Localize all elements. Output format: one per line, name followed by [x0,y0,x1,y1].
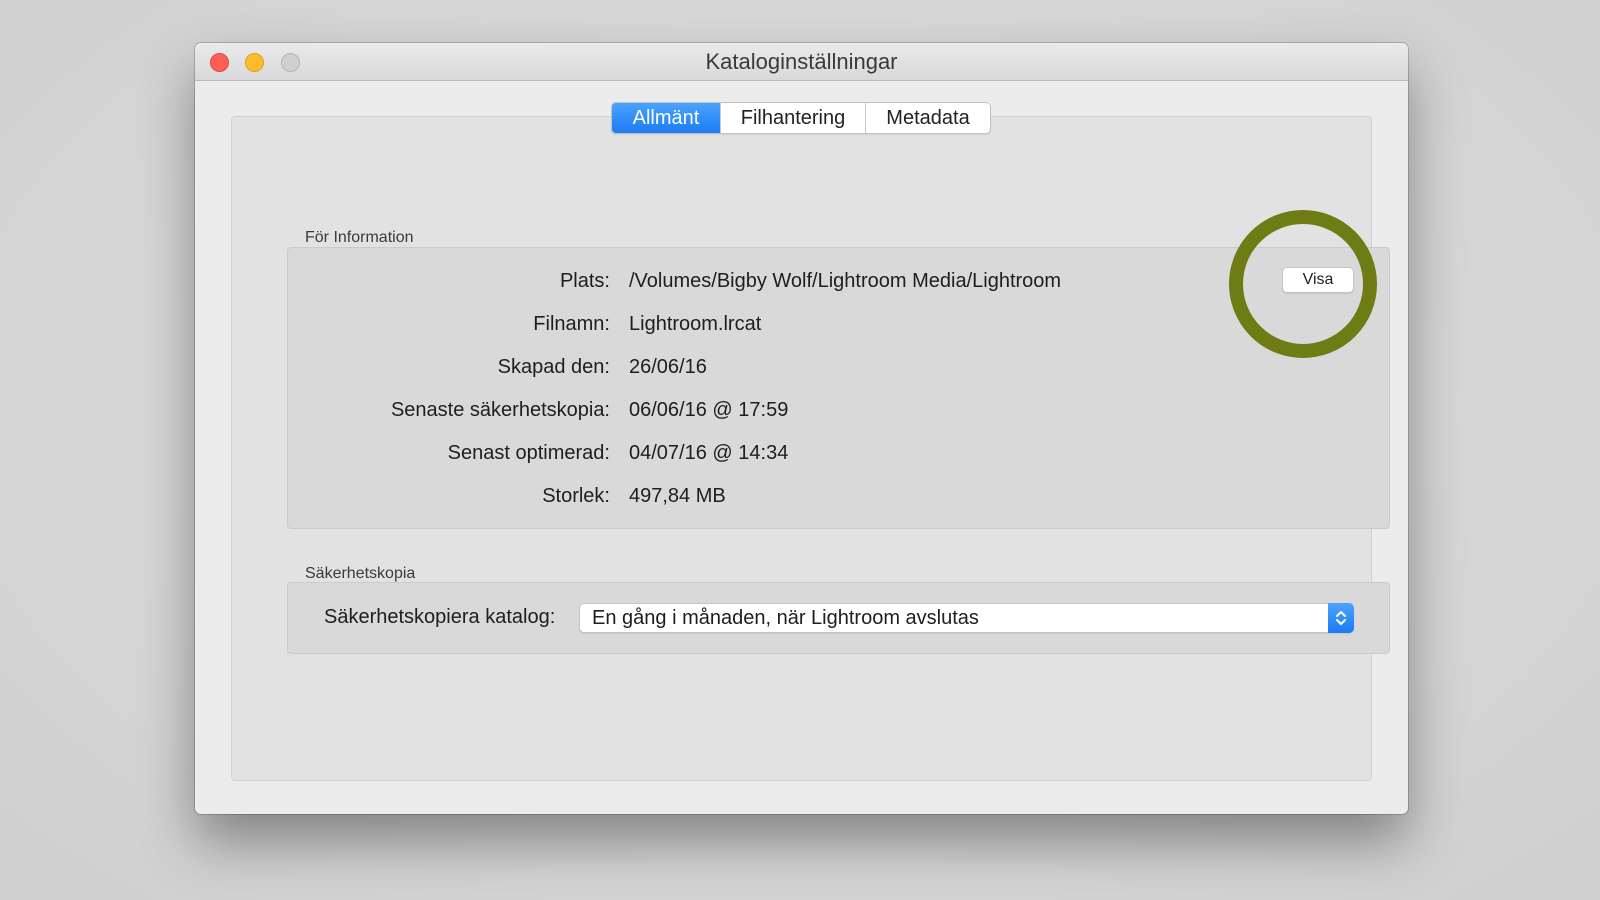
tab-file-handling[interactable]: Filhantering [720,103,865,133]
backup-frequency-select[interactable]: En gång i månaden, när Lightroom avsluta… [579,603,1354,633]
settings-panel: För Information Plats: /Volumes/Bigby Wo… [231,116,1390,781]
window-title: Kataloginställningar [705,49,898,74]
info-label: Senast optimerad: [447,442,610,464]
info-box: Plats: /Volumes/Bigby Wolf/Lightroom Med… [287,247,1390,529]
info-row-last-optimized: Senast optimerad: 04/07/16 @ 14:34 [288,442,1088,472]
info-value: 04/07/16 @ 14:34 [629,442,789,464]
info-value: /Volumes/Bigby Wolf/Lightroom Media/Ligh… [629,270,1062,292]
info-row-location: Plats: /Volumes/Bigby Wolf/Lightroom Med… [288,270,1088,300]
info-row-filename: Filnamn: Lightroom.lrcat [288,313,1088,343]
info-value: 06/06/16 @ 17:59 [629,399,789,421]
info-label: Senaste säkerhetskopia: [390,399,610,421]
info-label: Storlek: [542,485,610,507]
info-value: 26/06/16 [629,356,707,378]
backup-frequency-value: En gång i månaden, när Lightroom avsluta… [592,607,979,629]
tab-metadata[interactable]: Metadata [865,103,990,133]
select-stepper-icon [1328,603,1354,633]
info-label: Filnamn: [533,313,610,335]
catalog-settings-window: Kataloginställningar För Information Pla… [195,43,1408,814]
tab-bar: Allmänt Filhantering Metadata [611,102,991,134]
info-row-size: Storlek: 497,84 MB [288,485,1088,515]
backup-box: Säkerhetskopiera katalog: En gång i måna… [287,582,1390,654]
info-row-created: Skapad den: 26/06/16 [288,356,1088,386]
info-value: 497,84 MB [629,485,726,507]
tab-general[interactable]: Allmänt [612,103,720,133]
info-label: Skapad den: [497,356,610,378]
info-section-label: För Information [305,229,414,246]
title-bar[interactable]: Kataloginställningar [195,43,1408,81]
info-row-last-backup: Senaste säkerhetskopia: 06/06/16 @ 17:59 [288,399,1088,429]
backup-frequency-label: Säkerhetskopiera katalog: [324,606,556,628]
info-label: Plats: [559,270,610,292]
backup-section-label: Säkerhetskopia [305,565,416,582]
show-in-finder-button[interactable]: Visa [1282,267,1354,293]
info-value: Lightroom.lrcat [629,313,762,335]
